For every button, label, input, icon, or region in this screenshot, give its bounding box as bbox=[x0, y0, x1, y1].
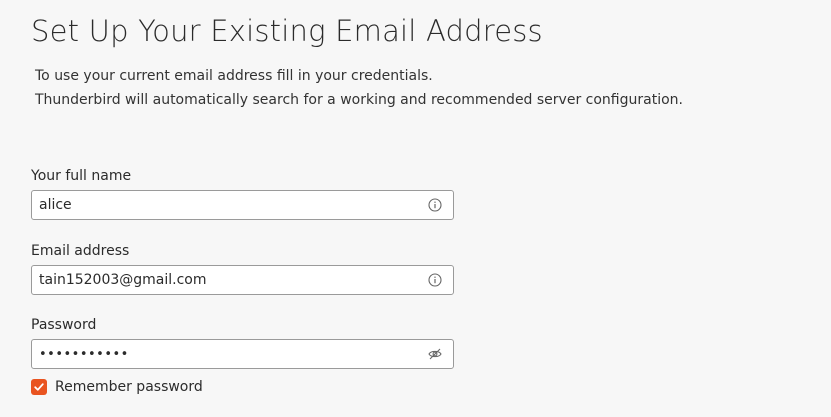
full-name-field[interactable] bbox=[31, 190, 454, 220]
eye-slash-icon[interactable] bbox=[428, 347, 442, 361]
password-label: Password bbox=[31, 317, 97, 333]
intro-line-2: Thunderbird will automatically search fo… bbox=[35, 92, 683, 108]
full-name-label: Your full name bbox=[31, 168, 132, 184]
remember-password-checkbox-row[interactable]: Remember password bbox=[31, 379, 203, 395]
password-field[interactable] bbox=[31, 339, 454, 369]
email-input[interactable] bbox=[32, 266, 428, 294]
info-icon[interactable] bbox=[428, 198, 442, 212]
info-icon[interactable] bbox=[428, 273, 442, 287]
password-input[interactable] bbox=[32, 340, 428, 368]
intro-text: To use your current email address fill i… bbox=[35, 64, 683, 112]
full-name-input[interactable] bbox=[32, 191, 428, 219]
remember-password-label: Remember password bbox=[55, 379, 203, 395]
intro-line-1: To use your current email address fill i… bbox=[35, 68, 433, 84]
email-label: Email address bbox=[31, 243, 130, 259]
remember-password-checkbox[interactable] bbox=[31, 379, 47, 395]
page-title: Set Up Your Existing Email Address bbox=[31, 14, 543, 48]
checkmark-icon bbox=[34, 383, 44, 391]
email-field[interactable] bbox=[31, 265, 454, 295]
